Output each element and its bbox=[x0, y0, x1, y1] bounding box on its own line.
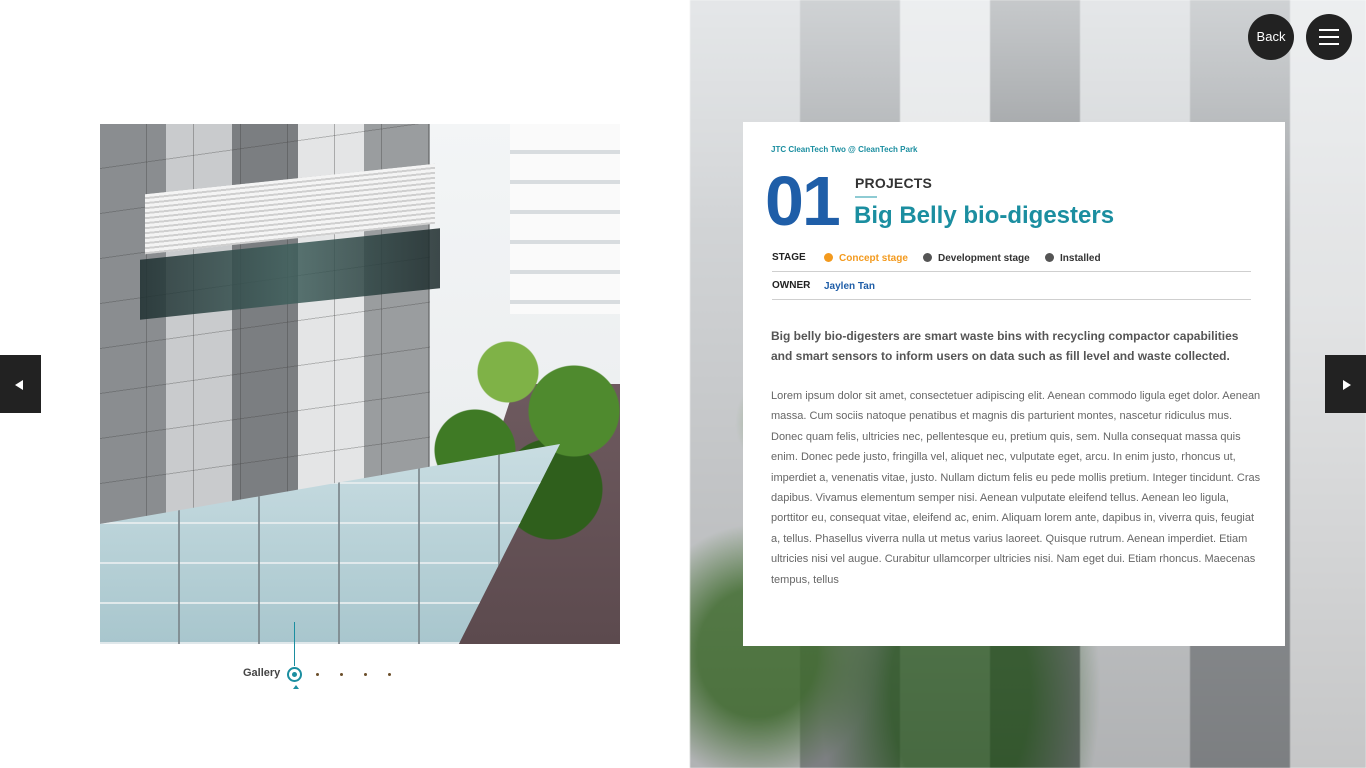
gallery-dot-3[interactable] bbox=[340, 673, 343, 676]
gallery-dot-1[interactable] bbox=[287, 667, 302, 682]
gallery-caret-icon bbox=[293, 685, 299, 689]
photo-building bbox=[510, 124, 620, 314]
project-site: JTC CleanTech Two @ CleanTech Park bbox=[771, 145, 918, 154]
stage-dot-icon bbox=[1045, 253, 1054, 262]
section-divider bbox=[855, 196, 877, 198]
stage-dot-icon bbox=[923, 253, 932, 262]
arrow-left-icon bbox=[15, 380, 23, 390]
gallery-dot-4[interactable] bbox=[364, 673, 367, 676]
gallery-dot-2[interactable] bbox=[316, 673, 319, 676]
hamburger-menu-icon-bar bbox=[1319, 36, 1339, 38]
project-photo bbox=[100, 124, 620, 644]
owner-row: OWNER Jaylen Tan bbox=[772, 272, 1251, 300]
owner-label: OWNER bbox=[772, 280, 811, 291]
menu-button[interactable] bbox=[1306, 14, 1352, 60]
section-label: PROJECTS bbox=[855, 175, 933, 191]
gallery-label: Gallery bbox=[243, 667, 281, 679]
stage-installed: Installed bbox=[1045, 253, 1101, 264]
hamburger-menu-icon bbox=[1319, 29, 1339, 31]
stage-development-label: Development stage bbox=[938, 253, 1030, 264]
gallery-pager: Gallery bbox=[243, 662, 413, 689]
stage-row: STAGE Concept stage Development stage In… bbox=[772, 244, 1251, 272]
project-summary: Big belly bio-digesters are smart waste … bbox=[771, 329, 1239, 363]
gallery-pane: Gallery bbox=[0, 0, 690, 768]
hamburger-menu-icon-bar bbox=[1319, 43, 1339, 45]
stage-dot-icon bbox=[824, 253, 833, 262]
stage-concept: Concept stage bbox=[824, 253, 908, 264]
stage-label: STAGE bbox=[772, 252, 806, 263]
back-button[interactable]: Back bbox=[1248, 14, 1294, 60]
next-button[interactable] bbox=[1325, 355, 1366, 413]
project-number: 01 bbox=[765, 162, 841, 240]
project-title: Big Belly bio-digesters bbox=[854, 202, 1115, 229]
stage-installed-label: Installed bbox=[1060, 253, 1101, 264]
gallery-indicator-line bbox=[294, 622, 295, 666]
project-description: Lorem ipsum dolor sit amet, consectetuer… bbox=[771, 390, 1261, 586]
project-card: JTC CleanTech Two @ CleanTech Park 01 PR… bbox=[743, 122, 1285, 646]
previous-button[interactable] bbox=[0, 355, 41, 413]
owner-name: Jaylen Tan bbox=[824, 281, 875, 292]
gallery-dot-5[interactable] bbox=[388, 673, 391, 676]
stage-concept-label: Concept stage bbox=[839, 253, 908, 264]
stage-development: Development stage bbox=[923, 253, 1030, 264]
arrow-right-icon bbox=[1343, 380, 1351, 390]
